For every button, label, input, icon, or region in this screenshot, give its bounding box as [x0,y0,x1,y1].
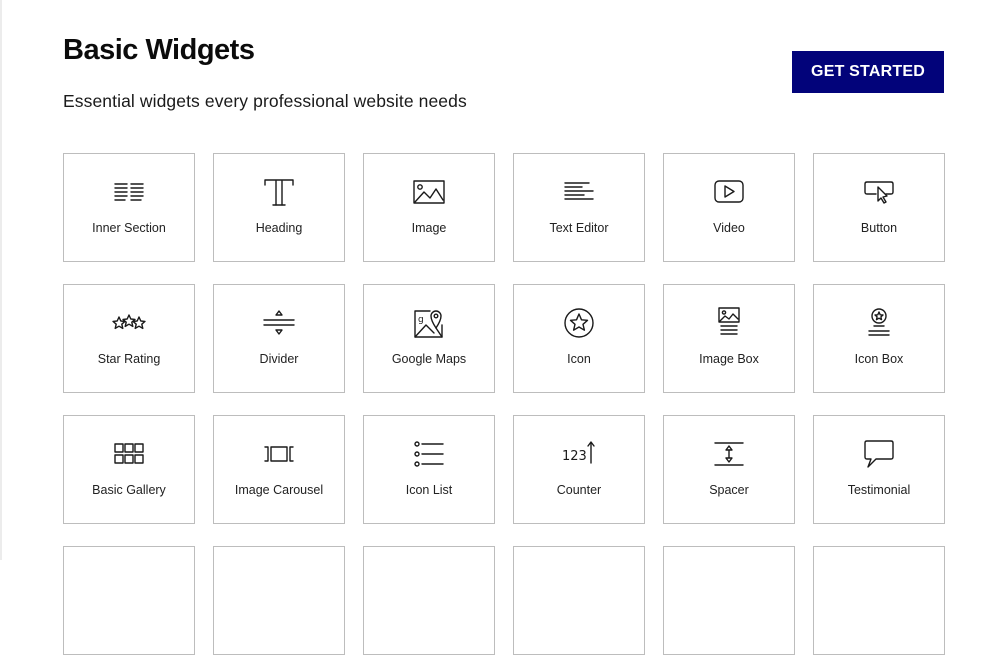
image-icon [364,176,494,208]
widget-card-partial[interactable] [513,546,645,655]
widget-card-partial[interactable] [63,546,195,655]
widget-card-text-editor[interactable]: Text Editor [513,153,645,262]
widget-grid: Inner Section Heading Image Text Editor … [63,153,945,655]
inner-section-icon [64,176,194,208]
video-icon [664,176,794,208]
widget-label: Icon Box [854,352,904,366]
widget-label: Divider [259,352,299,366]
svg-text:g: g [418,315,424,325]
widget-card-image[interactable]: Image [363,153,495,262]
widget-card-image-carousel[interactable]: Image Carousel [213,415,345,524]
widget-card-star-rating[interactable]: Star Rating [63,284,195,393]
carousel-icon [214,438,344,470]
get-started-button[interactable]: GET STARTED [792,51,944,93]
widget-card-counter[interactable]: 123 Counter [513,415,645,524]
widget-card-video[interactable]: Video [663,153,795,262]
gallery-icon [64,438,194,470]
button-icon [814,176,944,208]
widget-label: Basic Gallery [92,483,166,497]
widget-label: Star Rating [97,352,161,366]
google-maps-icon: g [364,307,494,339]
page-edge [0,0,2,560]
spacer-icon [664,438,794,470]
star-circle-icon [514,307,644,339]
widget-label: Button [860,221,898,235]
page-subtitle: Essential widgets every professional web… [63,91,467,111]
testimonial-icon [814,438,944,470]
widget-label: Testimonial [847,483,911,497]
widget-card-testimonial[interactable]: Testimonial [813,415,945,524]
widget-card-button[interactable]: Button [813,153,945,262]
text-editor-icon [514,176,644,208]
widget-label: Video [713,221,745,235]
widget-label: Counter [556,483,602,497]
widget-card-icon[interactable]: Icon [513,284,645,393]
widget-label: Text Editor [549,221,609,235]
widget-label: Icon [567,352,591,366]
widget-label: Image Carousel [234,483,324,497]
widget-card-google-maps[interactable]: g Google Maps [363,284,495,393]
image-box-icon [664,307,794,339]
widget-label: Image Box [699,352,759,366]
widget-card-divider[interactable]: Divider [213,284,345,393]
widget-card-heading[interactable]: Heading [213,153,345,262]
widget-card-partial[interactable] [213,546,345,655]
icon-list-icon [364,438,494,470]
widget-label: Spacer [709,483,749,497]
widget-card-partial[interactable] [363,546,495,655]
widget-card-partial[interactable] [813,546,945,655]
widget-label: Icon List [405,483,453,497]
divider-icon [214,307,344,339]
star-rating-icon [64,307,194,339]
widget-card-spacer[interactable]: Spacer [663,415,795,524]
widget-label: Image [411,221,447,235]
widget-card-icon-list[interactable]: Icon List [363,415,495,524]
widget-label: Google Maps [391,352,467,366]
widget-card-partial[interactable] [663,546,795,655]
widget-label: Inner Section [92,221,166,235]
widget-card-image-box[interactable]: Image Box [663,284,795,393]
widget-label: Heading [255,221,303,235]
widget-card-inner-section[interactable]: Inner Section [63,153,195,262]
counter-icon-text: 123 [562,449,587,464]
page-title: Basic Widgets [63,34,255,66]
widget-card-icon-box[interactable]: Icon Box [813,284,945,393]
icon-box-icon [814,307,944,339]
widget-card-basic-gallery[interactable]: Basic Gallery [63,415,195,524]
counter-icon: 123 [514,438,644,470]
heading-icon [214,176,344,208]
